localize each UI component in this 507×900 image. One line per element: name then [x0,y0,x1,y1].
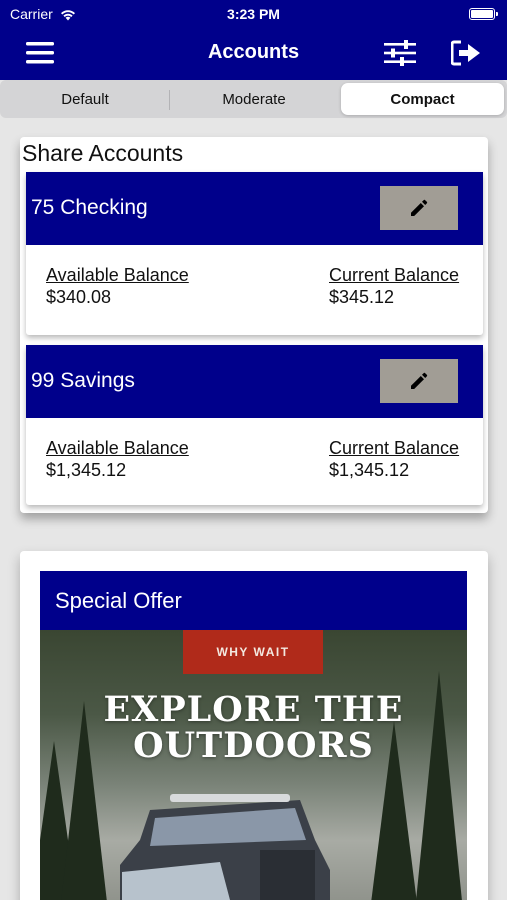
account-header: 99 Savings [26,345,483,418]
account-name: 99 Savings [31,369,135,392]
promo-badge: WHY WAIT [183,630,323,674]
available-balance-label: Available Balance [46,265,189,285]
view-mode-segmented-control: Default Moderate Compact [0,80,507,118]
logout-icon [451,40,480,66]
available-balance-value: $1,345.12 [46,460,127,480]
special-offer-header: Special Offer [40,571,467,630]
pencil-icon [411,372,428,389]
account-name: 75 Checking [31,196,148,219]
current-balance: Current Balance $345.12 [329,264,459,308]
promo-headline: OUTDOORS [133,725,374,766]
special-offer-title: Special Offer [55,588,182,613]
available-balance-value: $340.08 [46,287,112,307]
top-bar: Carrier 3:23 PM Accounts [0,0,507,80]
sliders-icon [384,40,416,66]
logout-button[interactable] [446,36,486,70]
special-offer-card: Special Offer WHY WAIT EXPLORE THE OUTDO… [20,551,488,900]
account-card[interactable]: 75 Checking Available Balance $340.08 Cu… [26,172,483,335]
segment-moderate[interactable]: Moderate [170,83,338,115]
current-balance-value: $1,345.12 [329,460,410,480]
utv-vehicle-illustration [120,794,330,900]
segment-default[interactable]: Default [2,83,168,115]
status-time: 3:23 PM [227,6,280,22]
pencil-icon [411,199,428,216]
promo-headline: EXPLORE THE [103,689,404,730]
edit-account-button[interactable] [380,359,458,403]
available-balance: Available Balance $340.08 [46,264,189,308]
promo-banner-image[interactable]: WHY WAIT EXPLORE THE OUTDOORS [40,630,467,900]
current-balance-label: Current Balance [329,438,460,458]
share-accounts-panel: Share Accounts 75 Checking Available Bal… [20,137,488,513]
nav-row: Accounts [0,28,507,78]
status-bar: Carrier 3:23 PM [0,0,507,28]
section-title: Share Accounts [22,140,184,166]
battery-icon [469,8,498,20]
current-balance-label: Current Balance [329,265,460,285]
available-balance: Available Balance $1,345.12 [46,437,189,481]
current-balance: Current Balance $1,345.12 [329,437,459,481]
account-header: 75 Checking [26,172,483,245]
available-balance-label: Available Balance [46,438,189,458]
segment-compact[interactable]: Compact [341,83,504,115]
edit-account-button[interactable] [380,186,458,230]
settings-button[interactable] [380,36,420,70]
current-balance-value: $345.12 [329,287,395,307]
page-title: Accounts [207,41,300,63]
account-card[interactable]: 99 Savings Available Balance $1,345.12 C… [26,345,483,505]
